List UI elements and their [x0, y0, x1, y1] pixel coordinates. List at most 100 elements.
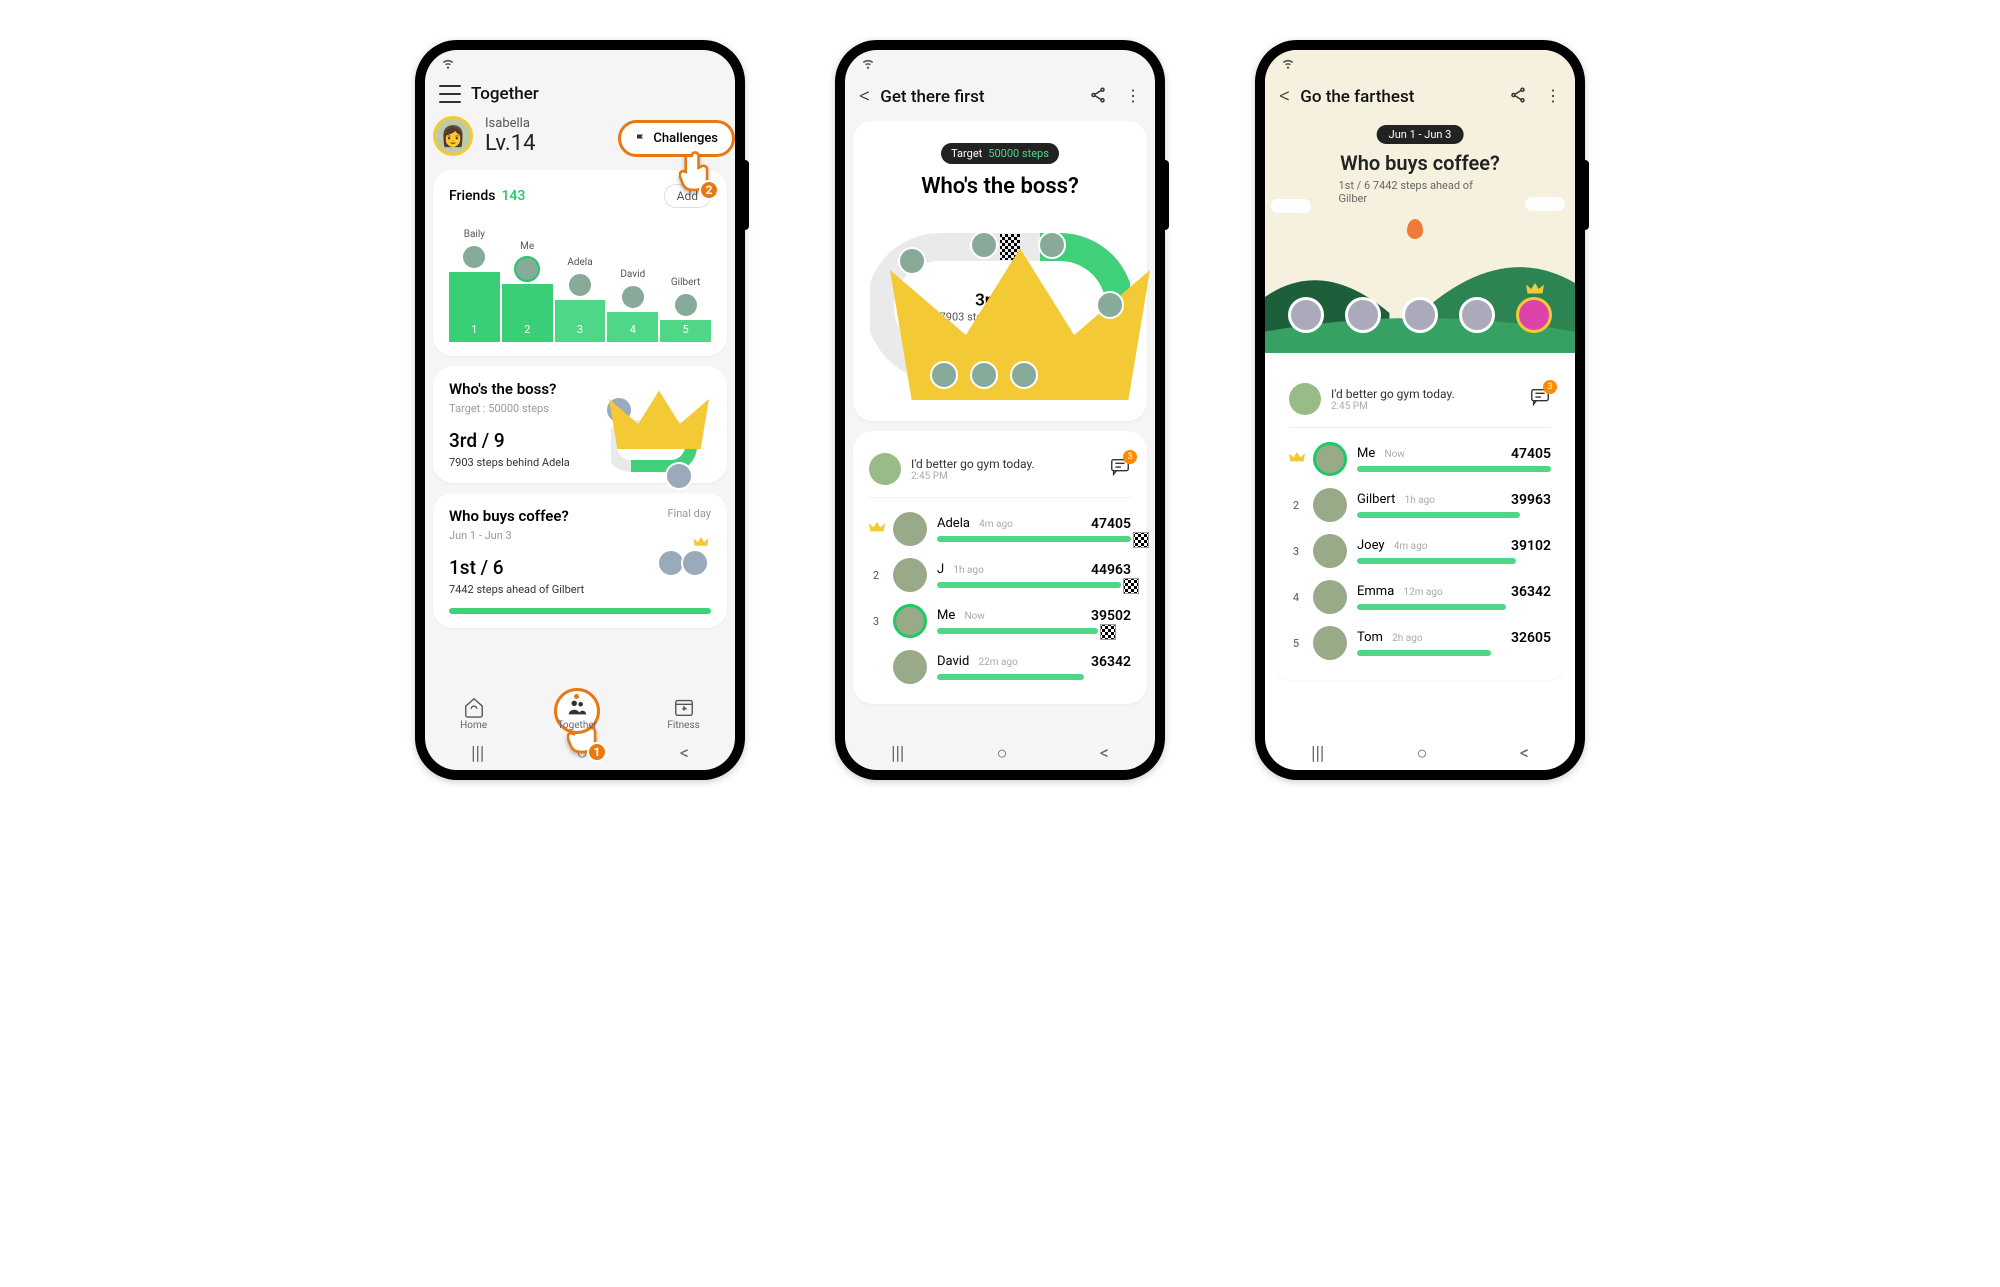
nav-together[interactable]: Together [557, 696, 597, 731]
message-avatar [1289, 383, 1321, 415]
status-bar [845, 50, 1155, 76]
leaderboard-row[interactable]: 2Gilbert 1h ago39963 [1289, 482, 1551, 528]
message-leaderboard-card: I'd better go gym today. 2:45 PM 3 Adela… [853, 431, 1147, 704]
phone-3: < Go the farthest ⋮ Jun 1 - Jun 3 Who bu… [1255, 40, 1585, 780]
landscape-hero: Jun 1 - Jun 3 Who buys coffee? 1st / 6 7… [1265, 113, 1575, 353]
friend-pin [1288, 297, 1324, 333]
challenge-card-boss[interactable]: Who's the boss? Target : 50000 steps 3rd… [433, 366, 727, 483]
leaderboard-row[interactable]: 3Joey 4m ago39102 [1289, 528, 1551, 574]
track-card: Target 50000 steps Who's the boss? 3rd /… [853, 121, 1147, 421]
back-button-icon[interactable]: < [1100, 743, 1109, 764]
wifi-icon [441, 56, 455, 70]
back-icon[interactable]: < [859, 84, 870, 109]
challenge-title: Who's the boss? [869, 174, 1131, 199]
back-button-icon[interactable]: < [1520, 743, 1529, 764]
nav-home[interactable]: Home [460, 696, 487, 731]
bottom-nav: Home Together Fitness [425, 686, 735, 735]
hero-title: Who buys coffee? [1340, 151, 1500, 175]
recent-apps-icon[interactable]: ||| [891, 743, 904, 764]
recent-apps-icon[interactable]: ||| [1311, 743, 1324, 764]
challenge-card-coffee[interactable]: Who buys coffee? Final day Jun 1 - Jun 3… [433, 493, 727, 628]
challenge-avatars [657, 549, 709, 581]
leaderboard-row[interactable]: 2J 1h ago44963 [869, 552, 1131, 598]
leaderboard-row[interactable]: Adela 4m ago47405 [869, 506, 1131, 552]
screen-2: < Get there first ⋮ Target 50000 steps W… [845, 50, 1155, 770]
system-nav: ||| ○ < [425, 735, 735, 770]
leaderboard-3: Me Now474052Gilbert 1h ago399633Joey 4m … [1289, 436, 1551, 666]
menu-icon[interactable] [439, 85, 461, 103]
friends-label: Friends [449, 188, 495, 204]
message-avatar [869, 453, 901, 485]
leaderboard-row[interactable]: David 22m ago36342 [869, 644, 1131, 690]
wifi-icon [861, 56, 875, 70]
target-pill: Target 50000 steps [941, 143, 1059, 164]
me-avatar [665, 462, 693, 490]
friends-card[interactable]: Friends 143 Add Baily1 Me2 Adela3 David4… [433, 170, 727, 356]
race-track: 3rd / 9 7903 steps behind Adela [870, 207, 1130, 407]
challenge-title: Who buys coffee? [449, 507, 569, 525]
balloon-icon [1407, 219, 1423, 239]
phone-1: Together 👩 Isabella Lv.14 Challenges 2 F… [415, 40, 745, 780]
screen-3: < Go the farthest ⋮ Jun 1 - Jun 3 Who bu… [1265, 50, 1575, 770]
user-avatar[interactable]: 👩 [433, 116, 473, 156]
chat-badge: 3 [1543, 380, 1557, 394]
leaderboard-2: Adela 4m ago474052J 1h ago449633Me Now39… [869, 506, 1131, 690]
more-icon[interactable]: ⋮ [1545, 86, 1561, 108]
friend-pin [1345, 297, 1381, 333]
hero-subtitle: 1st / 6 7442 steps ahead of Gilber [1339, 179, 1502, 205]
track-avatar [970, 361, 998, 389]
user-name: Isabella [485, 116, 535, 131]
message-leaderboard-card: I'd better go gym today. 2:45 PM 3 Me No… [1273, 361, 1567, 680]
leaderboard-row[interactable]: 5Tom 2h ago32605 [1289, 620, 1551, 666]
flag-icon [635, 133, 647, 145]
message-time: 2:45 PM [911, 471, 1035, 482]
page-title: Get there first [880, 87, 984, 107]
chat-icon[interactable]: 3 [1529, 386, 1551, 412]
home-button-icon[interactable]: ○ [1417, 743, 1428, 764]
challenge-ahead: 7442 steps ahead of Gilbert [449, 583, 711, 596]
app-header: < Get there first ⋮ [845, 76, 1155, 121]
more-icon[interactable]: ⋮ [1125, 86, 1141, 108]
page-title: Together [471, 84, 539, 104]
challenge-dates: Jun 1 - Jun 3 [449, 529, 711, 542]
share-icon[interactable] [1509, 86, 1527, 108]
back-button-icon[interactable]: < [680, 743, 689, 764]
recent-apps-icon[interactable]: ||| [471, 743, 484, 764]
challenges-button[interactable]: Challenges [618, 120, 735, 157]
friend-bar: Baily1 [449, 229, 500, 342]
together-icon [566, 696, 588, 718]
back-icon[interactable]: < [1279, 84, 1290, 109]
challenges-label: Challenges [653, 131, 718, 146]
add-friend-button[interactable]: Add [664, 184, 711, 208]
system-nav: ||| ○ < [1265, 735, 1575, 770]
mini-track-icon [611, 406, 711, 486]
date-pill: Jun 1 - Jun 3 [1377, 125, 1464, 144]
chat-badge: 3 [1123, 450, 1137, 464]
friend-bar: Me2 [502, 241, 553, 342]
track-avatar [1096, 291, 1124, 319]
message-time: 2:45 PM [1331, 401, 1455, 412]
leaderboard-row[interactable]: 3Me Now39502 [869, 598, 1131, 644]
chat-icon[interactable]: 3 [1109, 456, 1131, 482]
target-value: 50000 steps [988, 147, 1049, 160]
home-button-icon[interactable]: ○ [577, 743, 588, 764]
friend-pin [1402, 297, 1438, 333]
track-avatar [930, 361, 958, 389]
leaderboard-row[interactable]: 4Emma 12m ago36342 [1289, 574, 1551, 620]
message-row[interactable]: I'd better go gym today. 2:45 PM 3 [869, 445, 1131, 493]
user-level: Lv.14 [485, 131, 535, 156]
nav-home-label: Home [460, 720, 487, 731]
crown-icon [693, 537, 709, 547]
page-title: Go the farthest [1300, 87, 1414, 107]
message-row[interactable]: I'd better go gym today. 2:45 PM 3 [1289, 375, 1551, 423]
friend-bar: Adela3 [555, 257, 606, 342]
crown-icon [1526, 283, 1544, 295]
message-text: I'd better go gym today. [911, 457, 1035, 471]
share-icon[interactable] [1089, 86, 1107, 108]
home-button-icon[interactable]: ○ [997, 743, 1008, 764]
nav-fitness[interactable]: Fitness [667, 696, 699, 731]
leaderboard-row[interactable]: Me Now47405 [1289, 436, 1551, 482]
friend-pins [1265, 297, 1575, 333]
system-nav: ||| ○ < [845, 735, 1155, 770]
friend-bar: David4 [607, 269, 658, 342]
